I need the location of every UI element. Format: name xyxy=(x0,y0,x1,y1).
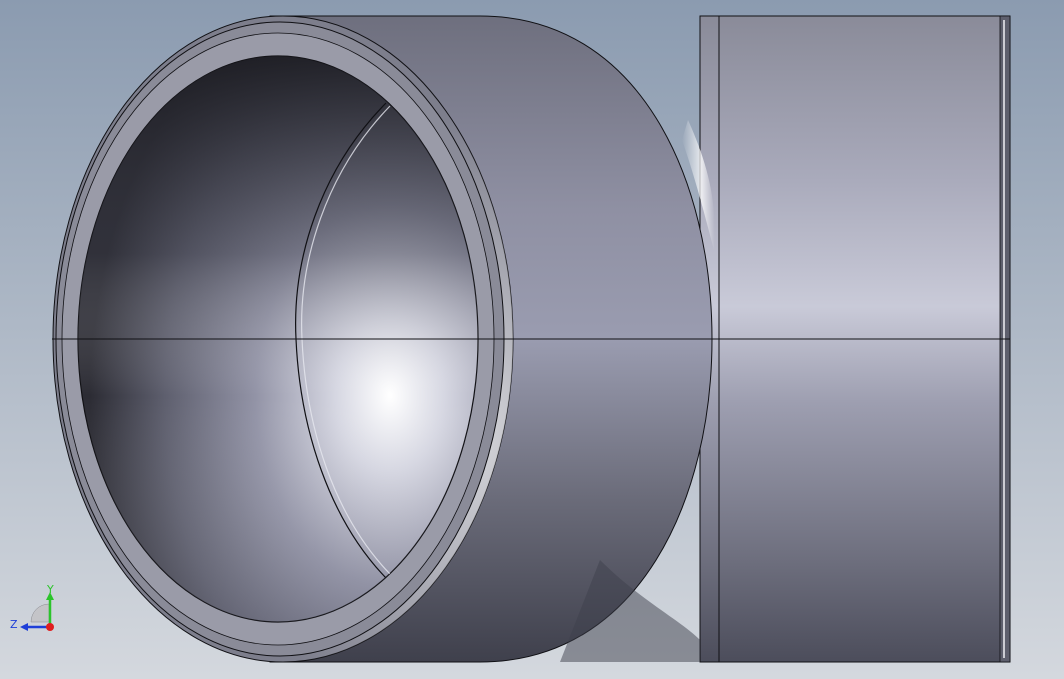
x-axis-dot xyxy=(46,623,54,631)
z-axis-label: Z xyxy=(10,618,18,631)
y-axis-label: Y xyxy=(46,583,54,596)
cad-viewport[interactable]: Y Z xyxy=(0,0,1064,679)
